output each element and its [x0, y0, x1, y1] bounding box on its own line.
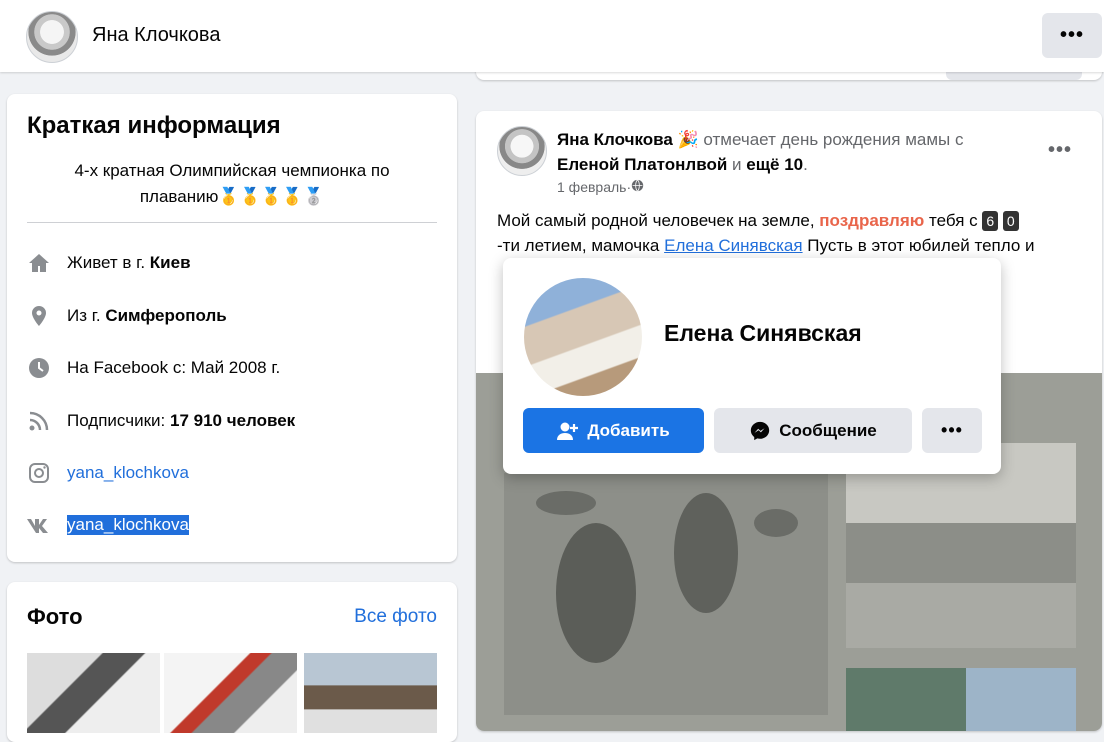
- location-pin-icon: [25, 302, 53, 330]
- intro-joined-row: На Facebook с: Май 2008 г.: [25, 354, 280, 382]
- post-text: Мой самый родной человечек на земле, поз…: [497, 208, 1083, 258]
- from-city[interactable]: Симферополь: [105, 306, 226, 326]
- post-more-people[interactable]: ещё 10: [746, 155, 803, 174]
- keycap-6: 6: [982, 211, 999, 231]
- post-author[interactable]: Яна Клочкова: [557, 130, 673, 149]
- followers-prefix: Подписчики:: [67, 411, 166, 430]
- hovercard-avatar[interactable]: [524, 278, 642, 396]
- joined-text: На Facebook с: Май 2008 г.: [67, 358, 281, 377]
- vk-icon: [25, 511, 53, 539]
- instagram-icon: [25, 459, 53, 487]
- intro-title: Краткая информация: [27, 112, 281, 139]
- globe-icon: [631, 179, 644, 195]
- photos-title: Фото: [27, 604, 83, 629]
- post-author-avatar[interactable]: [497, 126, 547, 176]
- post-more-button[interactable]: •••: [1048, 139, 1072, 162]
- post-with-name[interactable]: Еленой Платонлвой: [557, 155, 727, 174]
- post-text-2: тебя с: [924, 211, 983, 230]
- intro-bio: 4-х кратная Олимпийская чемпионка по пла…: [74, 161, 390, 206]
- intro-followers-row: Подписчики: 17 910 человек: [25, 407, 295, 435]
- hovercard-more-button[interactable]: •••: [922, 408, 982, 453]
- post-and: и: [727, 155, 747, 174]
- post-period: .: [803, 155, 808, 174]
- message-button[interactable]: Сообщение: [714, 408, 912, 453]
- post-mention-link[interactable]: Елена Синявская: [664, 236, 802, 255]
- lives-city[interactable]: Киев: [150, 253, 191, 273]
- intro-from-row: Из г. Симферополь: [25, 302, 227, 330]
- photo-thumb-2[interactable]: [164, 653, 297, 733]
- instagram-link[interactable]: yana_klochkova: [67, 463, 189, 483]
- clock-icon: [25, 354, 53, 382]
- intro-instagram-row: yana_klochkova: [25, 459, 189, 487]
- followers-count[interactable]: 17 910 человек: [170, 411, 295, 431]
- post-header: Яна Клочкова 🎉 отмечает день рождения ма…: [557, 127, 1007, 177]
- party-emoji-icon: 🎉: [677, 130, 699, 149]
- add-friend-label: Добавить: [587, 420, 670, 440]
- home-icon: [25, 249, 53, 277]
- vk-link[interactable]: yana_klochkova: [67, 515, 189, 535]
- messenger-icon: [749, 420, 771, 442]
- intro-vk-row: yana_klochkova: [25, 511, 189, 539]
- intro-divider: [27, 222, 437, 223]
- post-action: отмечает день рождения мамы с: [698, 130, 964, 149]
- profile-avatar[interactable]: [26, 11, 78, 63]
- from-prefix: Из г.: [67, 306, 101, 325]
- intro-card: Краткая информация 4-х кратная Олимпийск…: [7, 94, 457, 562]
- photo-thumb-3[interactable]: [304, 653, 437, 733]
- post-text-highlight: поздравляю: [819, 211, 925, 230]
- rss-followers-icon: [25, 407, 53, 435]
- lives-prefix: Живет в г.: [67, 253, 146, 272]
- keycap-0: 0: [1002, 211, 1019, 231]
- photo-thumb-1[interactable]: [27, 653, 160, 733]
- all-photos-link[interactable]: Все фото: [354, 606, 437, 628]
- profile-more-button[interactable]: •••: [1042, 13, 1102, 58]
- post-text-3: -ти летием, мамочка: [497, 236, 665, 255]
- profile-top-bar: Яна Клочкова •••: [0, 0, 1104, 72]
- add-friend-button[interactable]: Добавить: [523, 408, 704, 453]
- post-date[interactable]: 1 февраль: [557, 179, 626, 195]
- profile-name[interactable]: Яна Клочкова: [92, 24, 220, 47]
- intro-lives-row: Живет в г. Киев: [25, 249, 191, 277]
- add-friend-icon: [557, 421, 579, 441]
- hovercard-name[interactable]: Елена Синявская: [664, 320, 862, 347]
- message-label: Сообщение: [779, 420, 877, 440]
- profile-hover-card: Елена Синявская Добавить Сообщение •••: [503, 258, 1001, 474]
- post-meta: 1 февраль ·: [557, 179, 644, 195]
- photos-card: Фото Все фото: [7, 582, 457, 742]
- post-text-1: Мой самый родной человечек на земле,: [497, 211, 820, 230]
- post-text-4: Пусть в этот юбилей тепло и: [802, 236, 1035, 255]
